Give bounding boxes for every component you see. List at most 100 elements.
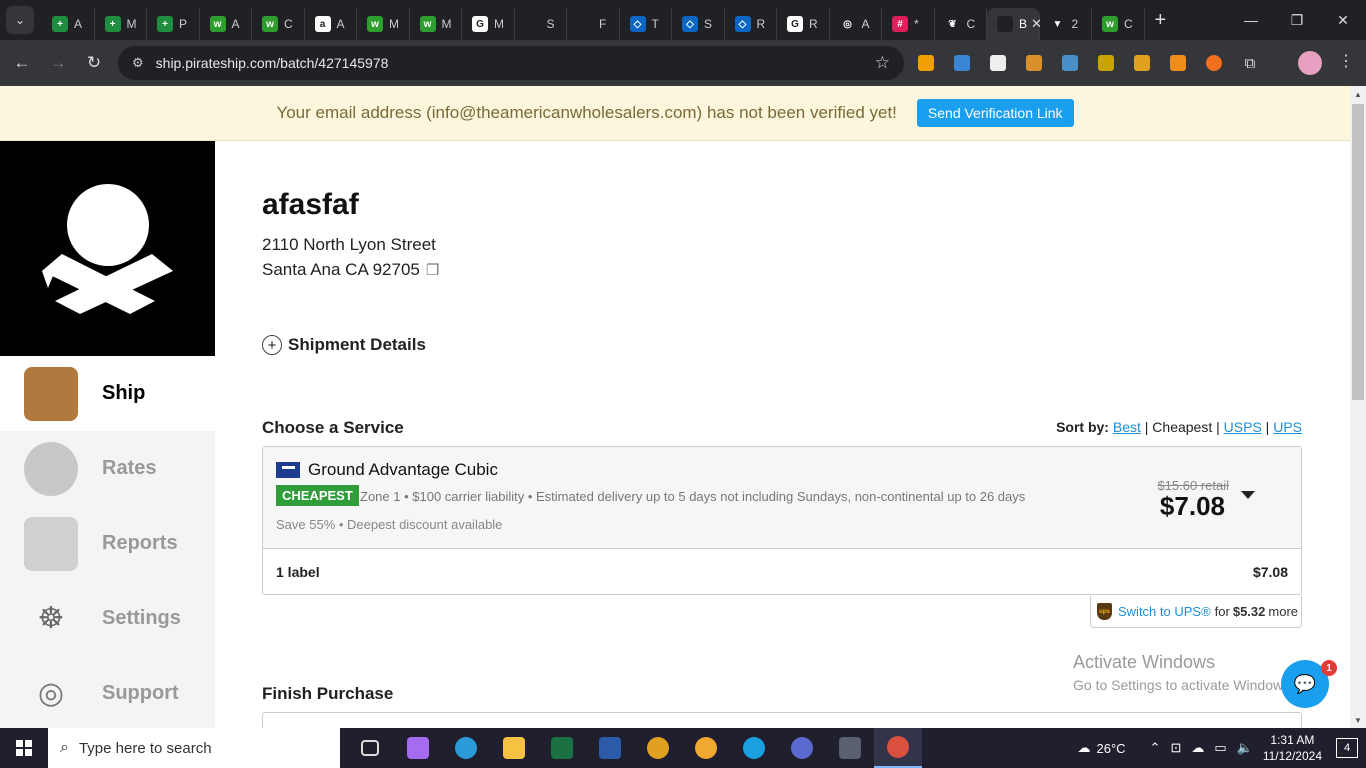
minimize-button[interactable]: —	[1228, 0, 1274, 40]
back-button[interactable]: ←	[4, 45, 40, 81]
browser-tab[interactable]: wC	[252, 8, 305, 40]
tab-title: A	[231, 17, 240, 31]
notification-center-icon[interactable]: 4	[1336, 738, 1358, 758]
browser-tab[interactable]: F	[567, 8, 620, 40]
browser-tab[interactable]: # *	[882, 8, 935, 40]
sort-best-link[interactable]: Best	[1113, 419, 1141, 435]
sidebar-item-rates[interactable]: Rates	[0, 431, 215, 506]
new-tab-button[interactable]: +	[1155, 9, 1167, 32]
browser-tab[interactable]: wM	[410, 8, 462, 40]
extension-score-icon[interactable]	[1092, 48, 1120, 78]
browser-tab[interactable]: ▼ 2	[1040, 8, 1092, 40]
extension-shield-icon[interactable]	[1056, 48, 1084, 78]
extension-burger-icon[interactable]	[1020, 48, 1048, 78]
sort-ups-link[interactable]: UPS	[1273, 419, 1302, 435]
sidebar-item-settings[interactable]: ☸ Settings	[0, 581, 215, 656]
browser-tab[interactable]: + M	[95, 8, 147, 40]
sidebar-item-support[interactable]: ◎ Support	[0, 656, 215, 731]
switch-to-ups-link[interactable]: Switch to UPS®	[1118, 604, 1211, 619]
bookmark-star-icon[interactable]: ☆	[875, 53, 890, 73]
browser-tab[interactable]: + A	[42, 8, 95, 40]
file-explorer-icon[interactable]	[490, 728, 538, 768]
browser-tab[interactable]: GR	[777, 8, 830, 40]
tab-search-button[interactable]: ⌄	[6, 6, 34, 34]
browser-tab[interactable]: aA	[305, 8, 357, 40]
address-bar[interactable]: ⚙ ship.pirateship.com/batch/427145978 ☆	[118, 46, 904, 80]
scroll-thumb[interactable]	[1352, 104, 1364, 400]
chevron-up-icon[interactable]: ⌃	[1150, 740, 1161, 756]
sidebar-item-reports[interactable]: Reports	[0, 506, 215, 581]
pirate-ship-logo[interactable]	[0, 141, 215, 356]
extension-parachute-icon[interactable]	[1128, 48, 1156, 78]
tab-title: M	[441, 17, 452, 31]
chrome-icon[interactable]	[634, 728, 682, 768]
browser-menu-icon[interactable]: ⋮	[1338, 51, 1354, 71]
profile-avatar[interactable]	[1298, 51, 1322, 75]
send-verification-button[interactable]: Send Verification Link	[916, 99, 1074, 127]
scroll-up-arrow[interactable]: ▲	[1350, 86, 1366, 102]
sidebar-item-label: Rates	[102, 457, 157, 479]
tab-title: 2	[1071, 17, 1079, 31]
forward-button[interactable]: →	[40, 45, 76, 81]
chrome-active-icon[interactable]	[874, 728, 922, 768]
recipient-city: Santa Ana CA 92705	[262, 260, 420, 279]
start-button[interactable]	[0, 728, 48, 768]
vpn-icon[interactable]	[682, 728, 730, 768]
onedrive-icon[interactable]: ☁	[1191, 740, 1204, 756]
taskbar-clock[interactable]: 1:31 AM 11/12/2024	[1263, 732, 1322, 764]
extension-logo-icon[interactable]	[984, 48, 1012, 78]
volume-icon[interactable]: 🔈	[1237, 740, 1253, 756]
task-view-icon[interactable]	[346, 728, 394, 768]
taskbar-search[interactable]: ⌕ Type here to search	[48, 728, 340, 768]
site-info-icon[interactable]: ⚙	[132, 55, 144, 71]
monitor-app-icon[interactable]	[778, 728, 826, 768]
page-scrollbar[interactable]: ▲ ▼	[1350, 86, 1366, 728]
tab-favicon-icon: G	[472, 16, 488, 32]
watermark-title: Activate Windows	[1073, 652, 1216, 672]
browser-tab[interactable]: ◇ S	[672, 8, 725, 40]
usps-eagle-icon	[276, 462, 300, 478]
sort-usps-link[interactable]: USPS	[1224, 419, 1262, 435]
extension-analytics-icon[interactable]	[912, 48, 940, 78]
word-icon[interactable]	[586, 728, 634, 768]
browser-tab[interactable]: wC	[1092, 8, 1145, 40]
chevron-down-icon[interactable]	[1241, 491, 1255, 499]
reload-button[interactable]: ↻	[76, 45, 112, 81]
weather-icon[interactable]: ☁	[1077, 740, 1090, 756]
browser-tab[interactable]: wA	[200, 8, 252, 40]
browser-tab[interactable]: S	[515, 8, 567, 40]
tray-app-icon[interactable]: ⊡	[1170, 740, 1181, 756]
browser-tab[interactable]: B ✕	[987, 8, 1042, 40]
maximize-button[interactable]: ❐	[1274, 0, 1320, 40]
tab-favicon-icon: a	[314, 16, 331, 32]
extensions-puzzle-icon[interactable]: ⧉	[1236, 48, 1264, 78]
browser-tab[interactable]: GM	[462, 8, 515, 40]
browser-tab[interactable]: wM	[357, 8, 410, 40]
copy-icon[interactable]: ❐	[426, 261, 439, 279]
extension-orange-circle-icon[interactable]	[1200, 48, 1228, 78]
copilot-icon[interactable]	[394, 728, 442, 768]
extension-blue-icon[interactable]	[948, 48, 976, 78]
skype-icon[interactable]	[730, 728, 778, 768]
browser-tab[interactable]: ◎ A	[830, 8, 882, 40]
window-controls: — ❐ ✕	[1228, 0, 1366, 40]
browser-tab[interactable]: ◇ T	[620, 8, 672, 40]
browser-tab[interactable]: ❦ C	[935, 8, 987, 40]
sidebar-item-ship[interactable]: Ship	[0, 356, 215, 431]
calculator-icon[interactable]	[826, 728, 874, 768]
shipment-details-toggle[interactable]: + Shipment Details	[262, 335, 426, 355]
close-window-button[interactable]: ✕	[1320, 0, 1366, 40]
switch-to-ups-tab[interactable]: ups Switch to UPS® for $5.32 more	[1090, 596, 1302, 628]
browser-tab[interactable]: + P	[147, 8, 200, 40]
service-option-header[interactable]: Ground Advantage Cubic CHEAPEST Zone 1 •…	[263, 447, 1301, 549]
browser-tab[interactable]: ◇ R	[725, 8, 777, 40]
scroll-down-arrow[interactable]: ▼	[1350, 712, 1366, 728]
extension-amazon-icon[interactable]	[1164, 48, 1192, 78]
service-option-card[interactable]: Ground Advantage Cubic CHEAPEST Zone 1 •…	[262, 446, 1302, 595]
excel-icon[interactable]	[538, 728, 586, 768]
network-icon[interactable]: ▭	[1214, 740, 1226, 756]
weather-temp[interactable]: 26°C	[1096, 741, 1125, 756]
edge-icon[interactable]	[442, 728, 490, 768]
windows-taskbar: ⌕ Type here to search ☁ 26°C ⌃ ⊡ ☁ ▭ 🔈 1…	[0, 728, 1366, 768]
tab-title: S	[704, 17, 713, 31]
